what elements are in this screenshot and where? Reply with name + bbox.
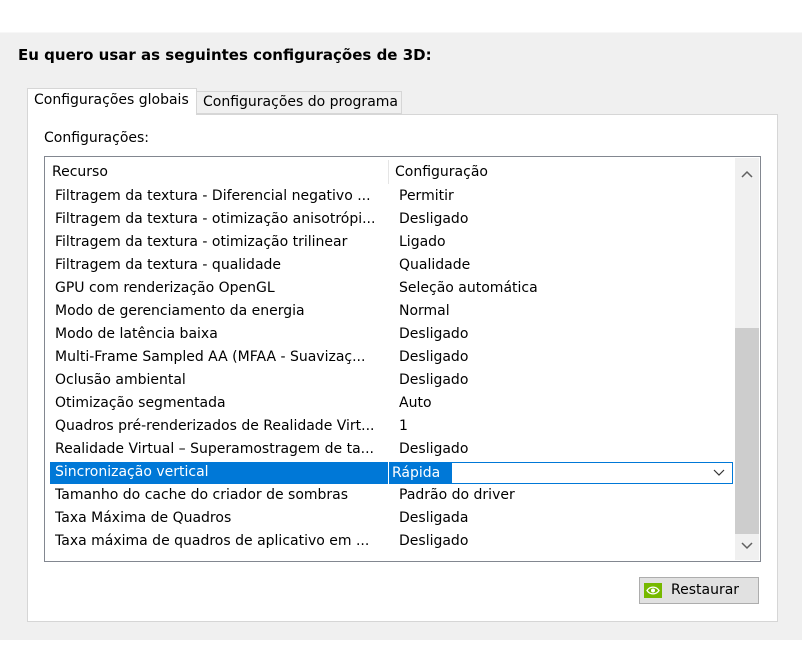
scroll-down-icon[interactable] bbox=[735, 534, 759, 556]
setting-cell: Normal bbox=[399, 303, 450, 319]
settings-list[interactable]: Recurso Configuração Filtragem da textur… bbox=[44, 156, 761, 562]
feature-cell: Realidade Virtual – Superamostragem de t… bbox=[55, 441, 375, 457]
feature-cell: Quadros pré-renderizados de Realidade Vi… bbox=[55, 418, 375, 434]
feature-cell: Filtragem da textura - otimização anisot… bbox=[55, 211, 376, 227]
list-header: Recurso Configuração bbox=[45, 157, 735, 187]
tab-program-settings[interactable]: Configurações do programa bbox=[196, 91, 402, 114]
setting-cell: Desligado bbox=[399, 441, 469, 457]
setting-cell: Desligada bbox=[399, 510, 469, 526]
setting-dropdown[interactable]: Rápida bbox=[389, 462, 733, 484]
table-row[interactable]: Filtragem da textura - Diferencial negat… bbox=[45, 186, 735, 209]
table-row[interactable]: Taxa Máxima de Quadros Desligada bbox=[45, 508, 735, 531]
vertical-scrollbar[interactable] bbox=[735, 158, 759, 560]
feature-cell: Filtragem da textura - qualidade bbox=[55, 257, 282, 273]
table-row[interactable]: Oclusão ambiental Desligado bbox=[45, 370, 735, 393]
table-row-selected[interactable]: Sincronização vertical Rápida bbox=[45, 462, 735, 485]
setting-cell: Desligado bbox=[399, 349, 469, 365]
dropdown-value: Rápida bbox=[390, 463, 452, 483]
setting-cell: Permitir bbox=[399, 188, 454, 204]
column-separator[interactable] bbox=[388, 160, 389, 184]
table-row[interactable]: Modo de gerenciamento da energia Normal bbox=[45, 301, 735, 324]
setting-cell: Ligado bbox=[399, 234, 446, 250]
setting-cell: Desligado bbox=[399, 372, 469, 388]
table-row[interactable]: Otimização segmentada Auto bbox=[45, 393, 735, 416]
restore-button[interactable]: Restaurar bbox=[639, 577, 759, 604]
column-header-feature[interactable]: Recurso bbox=[52, 164, 108, 180]
feature-cell: Filtragem da textura - Diferencial negat… bbox=[55, 188, 371, 204]
table-row[interactable]: Modo de latência baixa Desligado bbox=[45, 324, 735, 347]
table-row[interactable]: Filtragem da textura - qualidade Qualida… bbox=[45, 255, 735, 278]
feature-cell: Modo de gerenciamento da energia bbox=[55, 303, 305, 319]
feature-cell: Tamanho do cache do criador de sombras bbox=[55, 487, 349, 503]
setting-cell: Auto bbox=[399, 395, 432, 411]
table-row[interactable]: Realidade Virtual – Superamostragem de t… bbox=[45, 439, 735, 462]
chevron-down-icon[interactable] bbox=[712, 465, 726, 479]
table-row[interactable]: Quadros pré-renderizados de Realidade Vi… bbox=[45, 416, 735, 439]
tab-global-settings[interactable]: Configurações globais bbox=[27, 88, 197, 115]
feature-cell: Otimização segmentada bbox=[55, 395, 226, 411]
feature-cell: Taxa máxima de quadros de aplicativo em … bbox=[55, 533, 370, 549]
page-heading: Eu quero usar as seguintes configurações… bbox=[18, 46, 432, 64]
table-row[interactable]: GPU com renderização OpenGL Seleção auto… bbox=[45, 278, 735, 301]
table-row[interactable]: Tamanho do cache do criador de sombras P… bbox=[45, 485, 735, 508]
restore-label: Restaurar bbox=[671, 582, 740, 598]
settings-label: Configurações: bbox=[44, 130, 150, 146]
setting-cell: Padrão do driver bbox=[399, 487, 515, 503]
table-row[interactable]: Taxa máxima de quadros de aplicativo em … bbox=[45, 531, 735, 554]
scroll-up-icon[interactable] bbox=[735, 164, 759, 186]
feature-cell: Oclusão ambiental bbox=[55, 372, 186, 388]
table-row[interactable]: Filtragem da textura - otimização trilin… bbox=[45, 232, 735, 255]
table-row[interactable]: Multi-Frame Sampled AA (MFAA - Suavizaç.… bbox=[45, 347, 735, 370]
feature-cell: Sincronização vertical bbox=[55, 464, 209, 480]
setting-cell: Desligado bbox=[399, 533, 469, 549]
setting-cell: 1 bbox=[399, 418, 408, 434]
table-row[interactable]: Filtragem da textura - otimização anisot… bbox=[45, 209, 735, 232]
setting-cell: Desligado bbox=[399, 326, 469, 342]
feature-cell: Taxa Máxima de Quadros bbox=[55, 510, 232, 526]
setting-cell: Desligado bbox=[399, 211, 469, 227]
column-header-setting[interactable]: Configuração bbox=[395, 164, 488, 180]
setting-cell: Qualidade bbox=[399, 257, 471, 273]
feature-cell: Modo de latência baixa bbox=[55, 326, 218, 342]
nvidia-logo-icon bbox=[644, 583, 662, 598]
setting-cell: Seleção automática bbox=[399, 280, 538, 296]
scrollbar-thumb[interactable] bbox=[735, 328, 759, 534]
feature-cell: Multi-Frame Sampled AA (MFAA - Suavizaç.… bbox=[55, 349, 366, 365]
feature-cell: GPU com renderização OpenGL bbox=[55, 280, 275, 296]
feature-cell: Filtragem da textura - otimização trilin… bbox=[55, 234, 348, 250]
